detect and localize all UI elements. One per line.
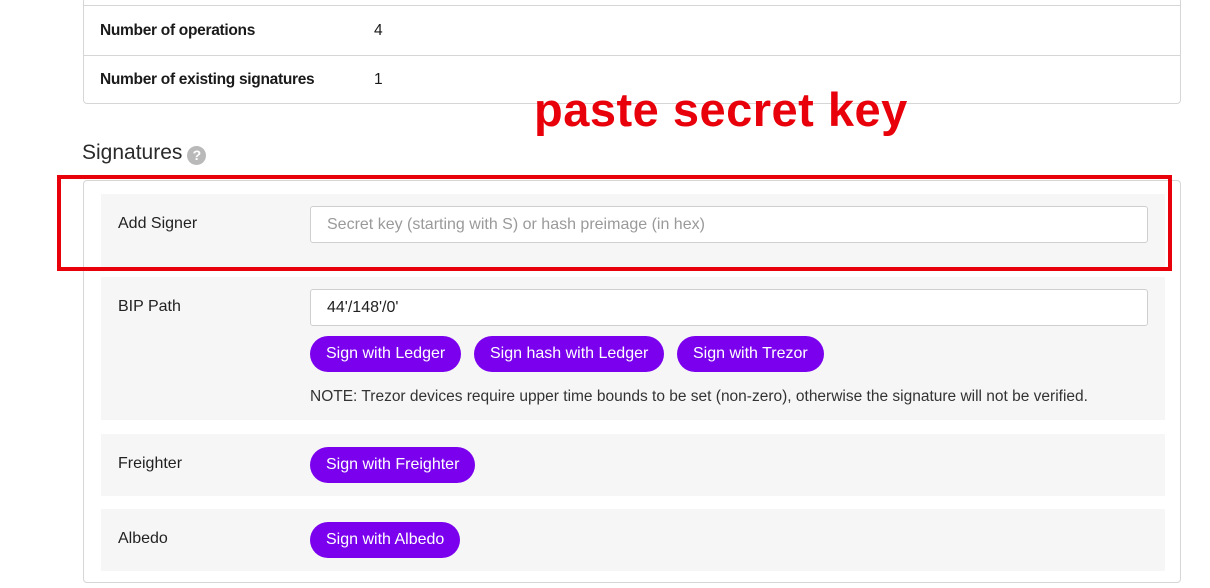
- freighter-label: Freighter: [118, 455, 183, 472]
- albedo-section: Albedo Sign with Albedo: [101, 509, 1165, 571]
- trezor-note: NOTE: Trezor devices require upper time …: [310, 388, 1088, 405]
- help-icon[interactable]: ?: [187, 146, 207, 165]
- sign-with-albedo-button[interactable]: Sign with Albedo: [310, 522, 461, 558]
- bip-path-input[interactable]: [310, 289, 1148, 326]
- secret-key-input[interactable]: [310, 206, 1148, 243]
- operations-count-label: Number of operations: [100, 21, 256, 39]
- albedo-label: Albedo: [118, 530, 168, 547]
- freighter-section: Freighter Sign with Freighter: [101, 434, 1165, 496]
- signatures-count-value: 1: [374, 71, 383, 88]
- sign-with-trezor-button[interactable]: Sign with Trezor: [677, 336, 824, 372]
- operations-count-value: 4: [374, 21, 383, 39]
- sign-hash-with-ledger-button[interactable]: Sign hash with Ledger: [474, 336, 665, 372]
- signatures-panel: Add Signer BIP Path Sign with Ledger Sig…: [83, 180, 1181, 583]
- sign-with-freighter-button[interactable]: Sign with Freighter: [310, 447, 476, 483]
- table-row: Number of operations 4: [84, 6, 1180, 55]
- signatures-title: Signatures: [82, 140, 183, 164]
- page: Number of operations 4 Number of existin…: [0, 0, 1210, 588]
- sign-with-ledger-button[interactable]: Sign with Ledger: [310, 336, 462, 372]
- add-signer-label: Add Signer: [118, 215, 198, 232]
- add-signer-section: Add Signer: [101, 194, 1165, 270]
- bip-path-section: BIP Path Sign with Ledger Sign hash with…: [101, 277, 1165, 420]
- annotation-caption: paste secret key: [534, 83, 908, 136]
- signatures-heading: Signatures ?: [82, 140, 207, 165]
- signatures-count-label: Number of existing signatures: [100, 71, 315, 88]
- bip-path-label: BIP Path: [118, 298, 181, 315]
